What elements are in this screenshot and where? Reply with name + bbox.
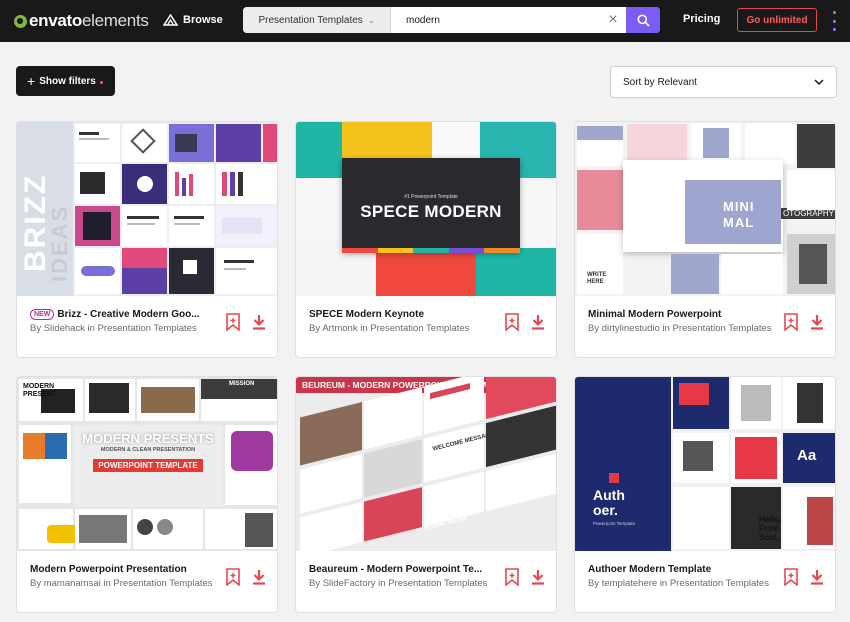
item-title[interactable]: Modern Powerpoint Presentation	[30, 563, 226, 576]
item-thumbnail[interactable]: MINI MAL OTOGRAPHY WRITE HERE	[575, 122, 835, 296]
filter-indicator-dot	[99, 80, 103, 84]
chevron-down-icon	[814, 79, 824, 86]
thumb-text: #1 Powerpoint Template	[404, 194, 458, 200]
item-card[interactable]: BRIZZ IDEAS NEW Brizz - Creative Modern G…	[16, 121, 278, 358]
item-card[interactable]: #1 Powerpoint Template SPECE MODERN SPEC…	[295, 121, 557, 358]
clear-search-icon[interactable]: ×	[600, 7, 626, 33]
item-meta: Beaureum - Modern Powerpoint Te... By Sl…	[309, 563, 505, 591]
download-icon[interactable]	[530, 568, 546, 586]
new-badge: NEW	[30, 309, 55, 320]
show-filters-label: Show filters	[39, 75, 96, 87]
thumb-text: Aa	[797, 447, 817, 464]
item-title[interactable]: Beaureum - Modern Powerpoint Te...	[309, 563, 505, 576]
item-title[interactable]: Authoer Modern Template	[588, 563, 784, 576]
thumb-text: IDEAS	[47, 204, 72, 282]
envato-leaf-icon	[14, 14, 27, 28]
download-icon[interactable]	[251, 313, 267, 331]
item-meta: Minimal Modern Powerpoint By dirtylinest…	[588, 308, 784, 336]
item-card[interactable]: MINI MAL OTOGRAPHY WRITE HERE Minimal Mo…	[574, 121, 836, 358]
item-title[interactable]: NEW Brizz - Creative Modern Goo...	[30, 308, 226, 321]
go-unlimited-button[interactable]: Go unlimited	[737, 8, 817, 32]
item-title[interactable]: SPECE Modern Keynote	[309, 308, 505, 321]
thumb-text: MODERN PRESENTS	[82, 431, 214, 446]
item-thumbnail[interactable]: BEUREUM - MODERN POWERPOINT TEMPLATE WEL…	[296, 377, 556, 551]
download-icon[interactable]	[809, 568, 825, 586]
category-label: Presentation Templates	[258, 14, 363, 26]
category-dropdown[interactable]: Presentation Templates ⌄	[243, 7, 391, 33]
thumb-text: POWERPOINT TEMPLATE	[93, 459, 203, 472]
item-title-text: Brizz - Creative Modern Goo...	[57, 309, 200, 320]
item-byline[interactable]: By mamanamsai in Presentation Templates	[30, 578, 226, 591]
item-thumbnail[interactable]: #1 Powerpoint Template SPECE MODERN	[296, 122, 556, 296]
bookmark-icon[interactable]	[225, 313, 241, 331]
show-filters-button[interactable]: + Show filters	[16, 66, 115, 96]
item-card[interactable]: BEUREUM - MODERN POWERPOINT TEMPLATE WEL…	[295, 376, 557, 613]
envato-elements-logo[interactable]: envato elements	[14, 11, 149, 31]
thumb-text: MAL	[723, 215, 755, 230]
download-icon[interactable]	[809, 313, 825, 331]
item-thumbnail[interactable]: MODERN PRESENT MISSION MODERN PRESENTS M…	[17, 377, 277, 551]
item-byline[interactable]: By SlideFactory in Presentation Template…	[309, 578, 505, 591]
logo-text-light: elements	[82, 11, 149, 30]
thumb-text: WRITE HERE	[587, 272, 607, 285]
bookmark-icon[interactable]	[225, 568, 241, 586]
download-icon[interactable]	[530, 313, 546, 331]
thumb-text: MINI	[723, 199, 755, 214]
sort-dropdown[interactable]: Sort by Relevant	[610, 66, 837, 98]
thumb-text: MODERN PRESENT	[23, 383, 57, 398]
item-thumbnail[interactable]: BRIZZ IDEAS	[17, 122, 277, 296]
chevron-down-icon: ⌄	[367, 15, 375, 25]
top-navbar: envato elements Browse Presentation Temp…	[0, 0, 850, 42]
bookmark-icon[interactable]	[504, 313, 520, 331]
thumb-text: MISSION	[229, 381, 255, 387]
sort-label: Sort by Relevant	[623, 76, 697, 88]
plus-icon: +	[27, 73, 36, 89]
browse-label: Browse	[183, 14, 223, 26]
item-byline[interactable]: By dirtylinestudio in Presentation Templ…	[588, 323, 784, 336]
thumb-text: MODERN & CLEAN PRESENTATION	[100, 447, 196, 453]
bookmark-icon[interactable]	[783, 568, 799, 586]
search-bar: Presentation Templates ⌄ ×	[243, 7, 660, 33]
thumb-text: oer.	[593, 502, 618, 518]
bookmark-icon[interactable]	[504, 568, 520, 586]
browse-icon	[163, 14, 178, 26]
item-card[interactable]: Auth oer. Powerpoint Template Aa Hello, …	[574, 376, 836, 613]
pricing-link[interactable]: Pricing	[683, 13, 720, 25]
item-byline[interactable]: By templatehere in Presentation Template…	[588, 578, 784, 591]
item-thumbnail[interactable]: Auth oer. Powerpoint Template Aa Hello, …	[575, 377, 835, 551]
item-meta: Authoer Modern Template By templatehere …	[588, 563, 784, 591]
search-input[interactable]	[391, 7, 600, 33]
item-card[interactable]: MODERN PRESENT MISSION MODERN PRESENTS M…	[16, 376, 278, 613]
search-icon	[637, 14, 650, 27]
thumb-text: SPECE MODERN	[360, 202, 502, 221]
search-submit-button[interactable]	[626, 7, 660, 33]
more-options-icon[interactable]	[830, 11, 838, 31]
bookmark-icon[interactable]	[783, 313, 799, 331]
item-meta: Modern Powerpoint Presentation By mamana…	[30, 563, 226, 591]
item-meta: SPECE Modern Keynote By Artmonk in Prese…	[309, 308, 505, 336]
item-byline[interactable]: By Slidehack in Presentation Templates	[30, 323, 226, 336]
logo-text-bold: envato	[29, 11, 82, 30]
item-meta: NEW Brizz - Creative Modern Goo... By Sli…	[30, 308, 226, 336]
thumb-text: Hello, From Scot,	[759, 515, 781, 542]
item-byline[interactable]: By Artmonk in Presentation Templates	[309, 323, 505, 336]
browse-menu-button[interactable]: Browse	[163, 10, 223, 30]
item-title[interactable]: Minimal Modern Powerpoint	[588, 308, 784, 321]
thumb-text: Auth	[593, 487, 625, 503]
thumb-text: Powerpoint Template	[593, 521, 635, 526]
download-icon[interactable]	[251, 568, 267, 586]
